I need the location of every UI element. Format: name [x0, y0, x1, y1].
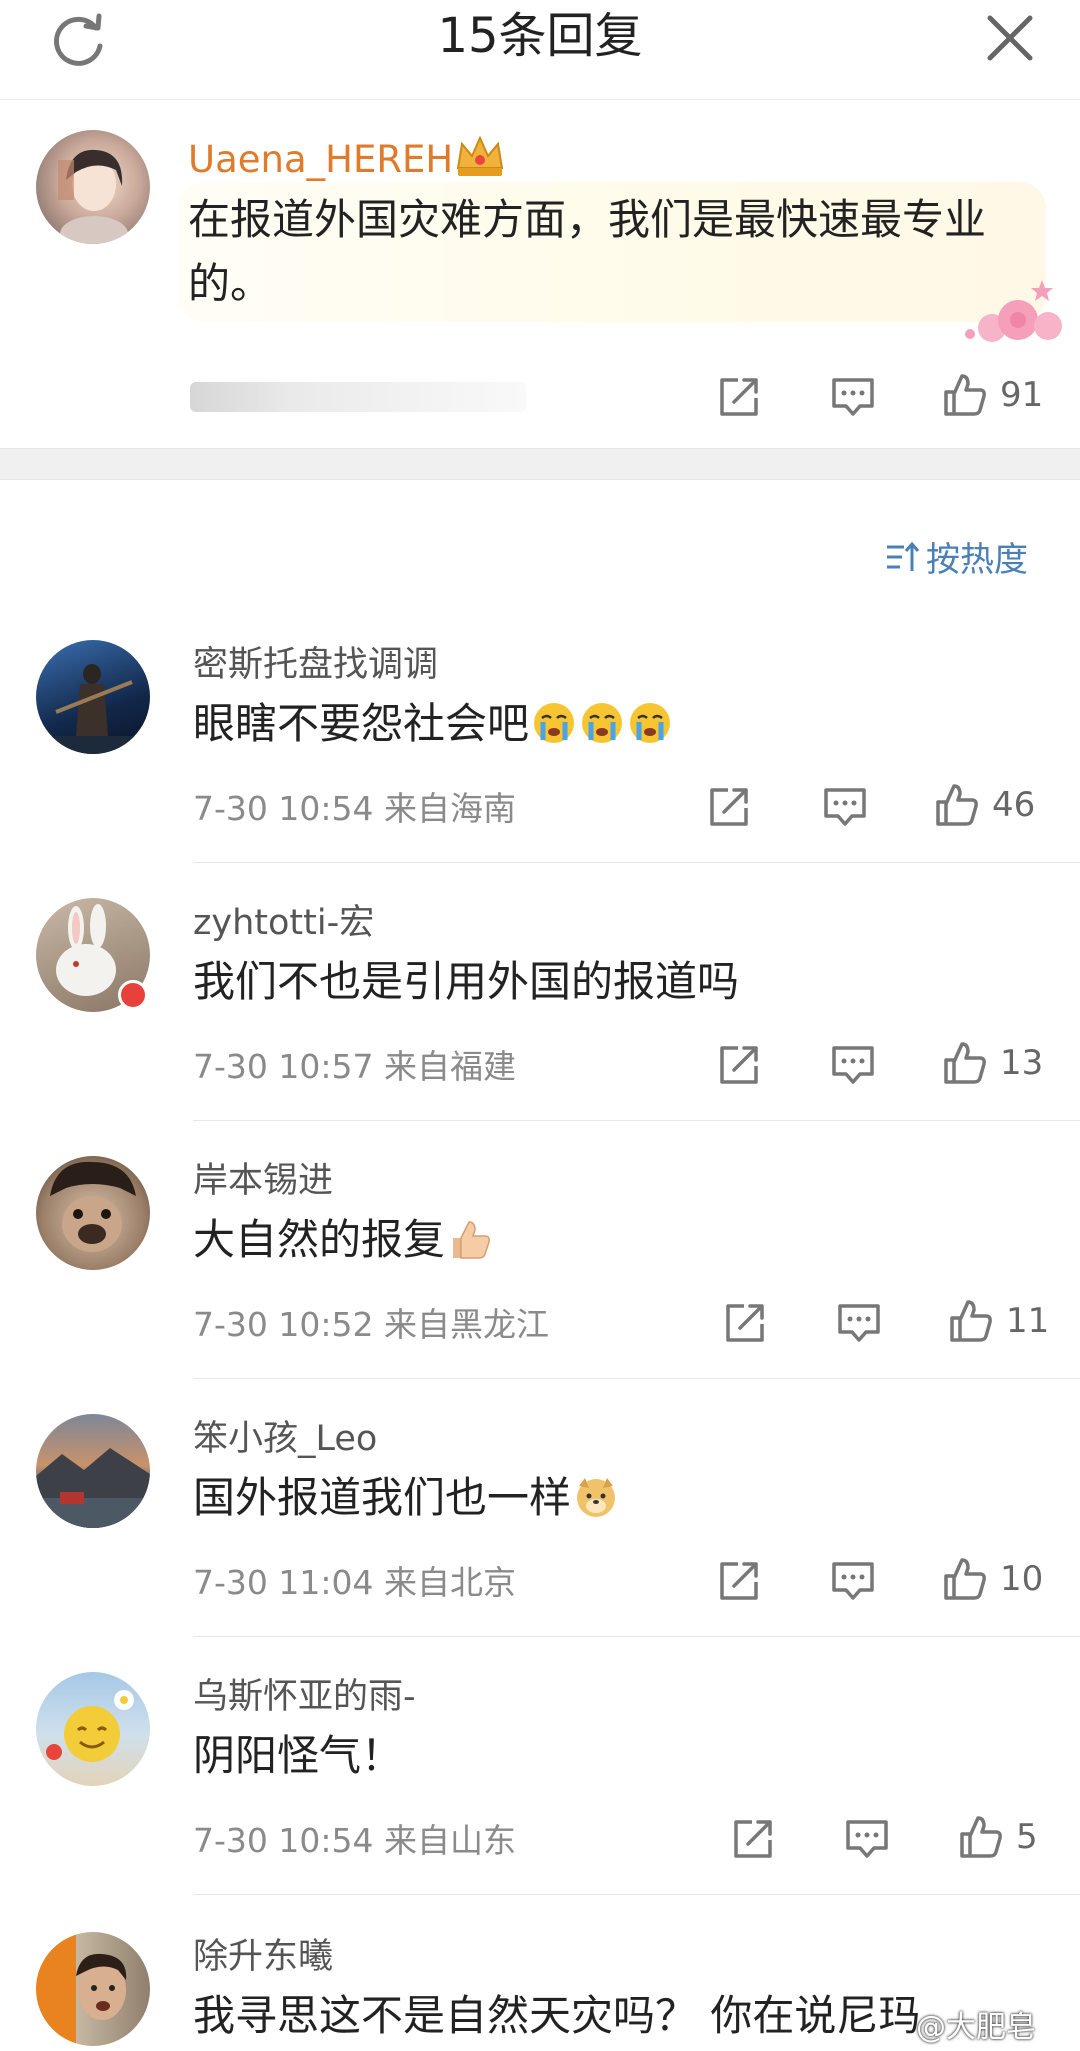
doge-emoji — [577, 1478, 616, 1517]
share-button[interactable] — [716, 374, 762, 420]
like-count: 5 — [1016, 1817, 1038, 1857]
watermark: @大肥皂 — [916, 2010, 1036, 2045]
list-item: 岸本锡进 大自然的报复 7-30 10:52 来自黑龙江 11 — [0, 1156, 1080, 1414]
like-button[interactable]: 46 — [934, 782, 1035, 828]
avatar[interactable] — [36, 130, 150, 244]
like-button[interactable]: 11 — [948, 1298, 1049, 1344]
comment-text: 在报道外国灾难方面，我们是最快速最专业的。 — [188, 195, 987, 308]
reply-meta: 7-30 10:52 来自黑龙江 — [193, 1305, 549, 1344]
like-count: 11 — [1006, 1301, 1050, 1341]
reply-username[interactable]: 岸本锡进 — [193, 1158, 333, 1204]
thumbs-up-icon — [944, 1042, 986, 1084]
username[interactable]: Uaena_HEREH — [188, 136, 453, 184]
avatar[interactable] — [36, 1672, 150, 1786]
divider — [193, 1120, 1080, 1121]
thumbs-up-icon — [936, 784, 978, 826]
section-divider — [0, 448, 1080, 480]
divider — [193, 862, 1080, 863]
thumbs-up-icon — [944, 374, 986, 416]
comment-icon — [832, 1046, 874, 1084]
comment-button[interactable] — [836, 1300, 882, 1346]
sort-icon — [887, 541, 920, 571]
like-count: 13 — [1000, 1043, 1044, 1083]
comment-icon — [824, 788, 866, 826]
list-item: 乌斯怀亚的雨- 阴阳怪气！ 7-30 10:54 来自山东 5 — [0, 1672, 1080, 1930]
reply-username[interactable]: 乌斯怀亚的雨- — [193, 1674, 416, 1720]
share-button[interactable] — [730, 1816, 776, 1862]
avatar[interactable] — [36, 1156, 150, 1270]
reply-text: 阴阳怪气！ — [193, 1731, 404, 1780]
comment-button[interactable] — [822, 784, 868, 830]
comment-button[interactable] — [830, 374, 876, 420]
sort-label: 按热度 — [926, 540, 1028, 580]
share-icon — [734, 1820, 772, 1858]
reply-text: 国外报道我们也一样 — [193, 1468, 619, 1528]
comment-icon — [846, 1820, 888, 1858]
main-comment: Uaena_HEREH 在报道外国灾难方面，我们是最快速最专业的。 91 — [0, 100, 1080, 448]
reply-meta: 7-30 10:54 来自海南 — [193, 789, 516, 828]
like-button[interactable]: 13 — [942, 1040, 1043, 1086]
close-icon[interactable] — [980, 8, 1040, 68]
vip-badge — [118, 980, 148, 1010]
list-item: 密斯托盘找调调 眼瞎不要怨社会吧 7-30 10:54 来自海南 46 — [0, 640, 1080, 898]
roses-icon — [965, 280, 1062, 342]
avatar[interactable] — [36, 1414, 150, 1528]
reply-meta: 7-30 11:04 来自北京 — [193, 1563, 516, 1602]
reply-meta: 7-30 10:54 来自山东 — [193, 1821, 516, 1860]
blurred-info — [190, 382, 526, 412]
thumbs-up-icon — [960, 1816, 1002, 1858]
comment-icon — [832, 1562, 874, 1600]
reply-text: 眼瞎不要怨社会吧 — [193, 694, 673, 754]
comment-button[interactable] — [830, 1042, 876, 1088]
avatar[interactable] — [36, 640, 150, 754]
reply-username[interactable]: 笨小孩_Leo — [193, 1416, 377, 1462]
share-button[interactable] — [706, 784, 752, 830]
share-button[interactable] — [722, 1300, 768, 1346]
avatar[interactable] — [36, 1932, 150, 2046]
like-button[interactable]: 5 — [958, 1814, 1038, 1860]
list-item: zyhtotti-宏 我们不也是引用外国的报道吗 7-30 10:57 来自福建… — [0, 898, 1080, 1156]
comment-button[interactable] — [844, 1816, 890, 1862]
like-count: 46 — [992, 785, 1036, 825]
share-icon — [726, 1304, 764, 1342]
crying-emoji — [630, 703, 671, 743]
reply-text: 我寻思这不是自然天灾吗？ 你在说尼玛 — [193, 1991, 921, 2040]
reply-text: 我们不也是引用外国的报道吗 — [193, 957, 740, 1006]
like-count: 10 — [1000, 1559, 1044, 1599]
reply-text: 大自然的报复 — [193, 1210, 493, 1270]
share-icon — [720, 1562, 758, 1600]
reply-username[interactable]: 密斯托盘找调调 — [193, 642, 438, 688]
thumbs-up-emoji — [453, 1221, 490, 1259]
comment-button[interactable] — [830, 1558, 876, 1604]
like-button[interactable]: 91 — [942, 372, 1043, 418]
reply-meta: 7-30 10:57 来自福建 — [193, 1047, 516, 1086]
header: 15条回复 — [0, 0, 1080, 100]
page-title: 15条回复 — [437, 8, 643, 64]
share-icon — [710, 788, 748, 826]
crying-emoji — [534, 703, 575, 743]
comment-icon — [838, 1304, 880, 1342]
share-icon — [720, 1046, 758, 1084]
divider — [193, 1378, 1080, 1379]
list-item: 笨小孩_Leo 国外报道我们也一样 7-30 11:04 来自北京 10 — [0, 1414, 1080, 1672]
divider — [193, 1636, 1080, 1637]
like-button[interactable]: 10 — [942, 1556, 1043, 1602]
thumbs-up-icon — [950, 1300, 992, 1342]
divider — [193, 1894, 1080, 1895]
like-count: 91 — [1000, 375, 1044, 415]
share-button[interactable] — [716, 1558, 762, 1604]
crying-emoji — [582, 703, 623, 743]
thumbs-up-icon — [944, 1558, 986, 1600]
share-button[interactable] — [716, 1042, 762, 1088]
crown-icon — [456, 135, 504, 176]
sort-button[interactable]: 按热度 — [884, 532, 1028, 581]
reply-username[interactable]: 除升东曦 — [193, 1934, 333, 1980]
comment-icon — [832, 378, 874, 416]
reply-username[interactable]: zyhtotti-宏 — [193, 900, 374, 946]
share-icon — [720, 378, 758, 416]
